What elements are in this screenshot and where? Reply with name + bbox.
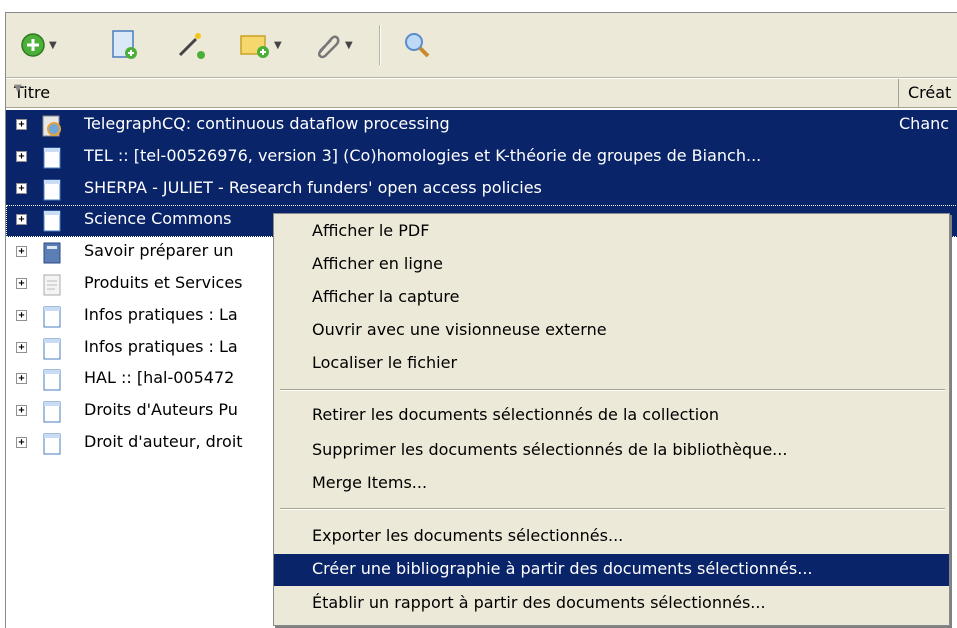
menu-separator [280,389,945,391]
dropdown-arrow-icon: ▼ [345,39,353,51]
menu-item-label: Supprimer les documents sélectionnés de … [312,440,788,459]
column-header-title[interactable]: Titre ▼ [6,79,899,107]
document-icon [43,401,61,423]
new-item-button[interactable]: ▼ [20,27,57,63]
expand-icon[interactable]: + [16,277,27,289]
document-icon [43,306,61,328]
menu-item-export-items[interactable]: Exporter les documents sélectionnés... [274,521,949,553]
row-title: Produits et Services [84,272,243,292]
menu-item-open-external-viewer[interactable]: Ouvrir avec une visionneuse externe [274,315,949,347]
new-item-from-page-button[interactable] [110,27,140,63]
toolbar: ▼ ▼ ▼ [6,13,957,78]
menu-item-label: Établir un rapport à partir des document… [312,593,766,612]
document-icon [43,179,61,201]
row-title: SHERPA - JULIET - Research funders' open… [84,177,542,197]
row-creator: Chanc [899,114,950,133]
menu-item-label: Créer une bibliographie à partir des doc… [312,559,813,578]
row-title: Infos pratiques : La [84,304,238,324]
menu-item-label: Merge Items... [312,473,428,492]
row-title: HAL :: [hal-005472 [84,368,235,388]
magic-wand-icon [178,33,205,59]
expand-icon[interactable]: + [16,119,27,130]
menu-item-label: Localiser le fichier [312,353,458,372]
menu-item-view-online[interactable]: Afficher en ligne [274,249,949,281]
menu-item-label: Exporter les documents sélectionnés... [312,526,624,545]
items-list-header: Titre ▼ Créat [6,79,957,108]
row-title: Science Commons [84,209,232,229]
menu-item-generate-report[interactable]: Établir un rapport à partir des document… [274,588,949,620]
new-note-button[interactable]: ▼ [239,27,282,63]
document-icon [43,369,61,391]
add-by-identifier-button[interactable] [174,27,206,63]
webpage-icon [42,115,61,137]
document-icon [43,433,61,455]
menu-item-label: Afficher en ligne [312,254,443,273]
row-title: Droit d'auteur, droit [84,431,243,451]
menu-item-label: Retirer les documents sélectionnés de la… [312,405,720,424]
advanced-search-button[interactable] [402,27,432,63]
expand-icon[interactable]: + [16,405,27,417]
note-icon [43,274,61,296]
menu-item-delete-from-library[interactable]: Supprimer les documents sélectionnés de … [274,435,949,467]
menu-item-label: Afficher le PDF [312,221,430,240]
document-icon [43,338,61,360]
book-icon [43,242,61,264]
row-title: Droits d'Auteurs Pu [84,400,238,420]
menu-item-create-bibliography[interactable]: Créer une bibliographie à partir des doc… [274,554,949,586]
table-row[interactable]: + SHERPA - JULIET - Research funders' op… [6,173,957,206]
sort-indicator-icon: ▼ [14,83,22,94]
menu-item-view-pdf[interactable]: Afficher le PDF [274,216,949,248]
document-icon [43,210,61,232]
document-icon [43,147,61,169]
dropdown-arrow-icon: ▼ [274,39,282,51]
menu-item-label: Ouvrir avec une visionneuse externe [312,320,607,339]
add-attachment-button[interactable]: ▼ [312,27,353,63]
dropdown-arrow-icon: ▼ [49,39,57,51]
row-title: Savoir préparer un [84,241,234,261]
green-plus-icon [21,33,45,57]
menu-item-merge-items[interactable]: Merge Items... [274,468,949,500]
magnifier-icon [405,33,430,58]
document-add-icon [112,30,137,59]
menu-item-view-snapshot[interactable]: Afficher la capture [274,282,949,314]
note-add-icon [240,35,269,58]
row-title: Infos pratiques : La [84,336,238,356]
menu-item-label: Afficher la capture [312,287,460,306]
menu-item-remove-from-collection[interactable]: Retirer les documents sélectionnés de la… [274,400,949,432]
column-header-creator-label: Créat [908,83,952,102]
row-title: TEL :: [tel-00526976, version 3] (Co)hom… [84,145,762,165]
context-menu: Afficher le PDF Afficher en ligne Affich… [273,213,950,626]
toolbar-separator [379,25,381,65]
menu-item-show-file[interactable]: Localiser le fichier [274,348,949,380]
menu-separator [280,508,945,510]
table-row[interactable]: + TelegraphCQ: continuous dataflow proce… [6,110,957,142]
row-title: TelegraphCQ: continuous dataflow process… [84,114,450,133]
expand-icon[interactable]: + [16,150,27,162]
table-row[interactable]: + TEL :: [tel-00526976, version 3] (Co)h… [6,141,957,174]
column-header-creator[interactable]: Créat [900,79,957,107]
expand-icon[interactable]: + [16,246,27,258]
paperclip-icon [317,35,340,59]
expand-icon[interactable]: + [16,182,27,194]
expand-icon[interactable]: + [16,214,27,226]
expand-icon[interactable]: + [16,309,27,321]
expand-icon[interactable]: + [16,341,27,353]
expand-icon[interactable]: + [16,436,27,448]
expand-icon[interactable]: + [16,373,27,385]
